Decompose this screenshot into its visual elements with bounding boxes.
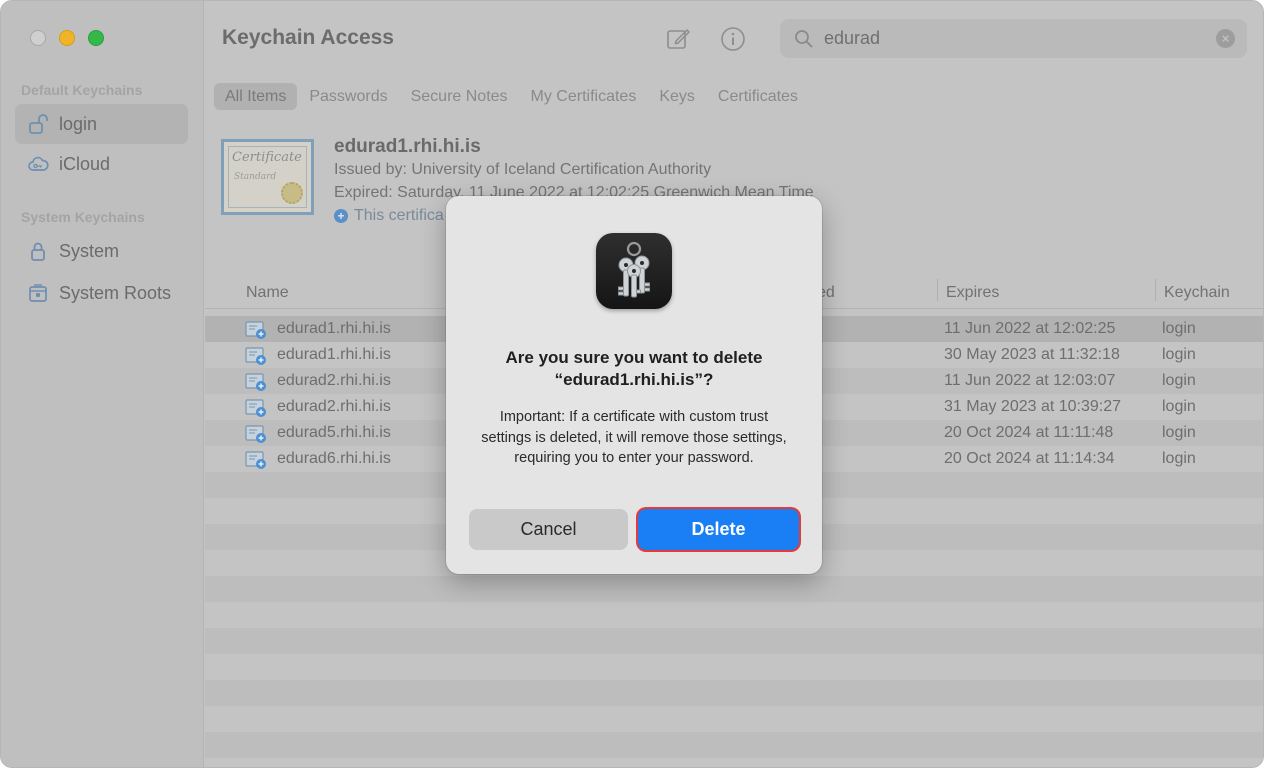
row-keychain: login (1162, 398, 1196, 415)
row-expires: 11 Jun 2022 at 12:02:25 (944, 320, 1116, 337)
certificate-icon (245, 399, 266, 417)
column-divider[interactable] (937, 279, 938, 301)
column-header-keychain[interactable]: Keychain (1164, 278, 1230, 308)
cloud-key-icon (27, 153, 49, 175)
row-expires: 11 Jun 2022 at 12:03:07 (944, 372, 1116, 389)
plus-icon: + (334, 209, 348, 223)
sidebar-item-login[interactable]: login (15, 104, 188, 144)
column-header-name[interactable]: Name (246, 278, 289, 308)
certificate-image-subtitle: Standard (234, 172, 277, 182)
lock-icon (27, 240, 49, 262)
column-header-expires[interactable]: Expires (946, 278, 999, 308)
zoom-window-button[interactable] (88, 30, 104, 46)
keychain-access-window: Default Keychains login iCloud System Ke… (0, 0, 1264, 768)
certificate-image-title: Certificate (232, 150, 302, 165)
window-title: Keychain Access (222, 26, 394, 49)
minimize-window-button[interactable] (59, 30, 75, 46)
tab-keys[interactable]: Keys (648, 83, 706, 110)
row-name: edurad5.rhi.hi.is (277, 424, 391, 441)
close-window-button[interactable] (30, 30, 46, 46)
certificate-issuer: Issued by: University of Iceland Certifi… (334, 161, 712, 178)
empty-row (205, 628, 1263, 654)
certificate-icon (245, 321, 266, 339)
certificate-image: Certificate Standard (221, 139, 314, 215)
tab-passwords[interactable]: Passwords (298, 83, 398, 110)
dialog-title-line1: Are you sure you want to delete (505, 348, 763, 367)
sidebar: Default Keychains login iCloud System Ke… (1, 1, 204, 767)
search-field[interactable]: edurad × (780, 19, 1247, 58)
delete-button[interactable]: Delete (638, 509, 799, 550)
sidebar-item-system-roots[interactable]: System Roots (15, 273, 188, 313)
delete-confirmation-dialog: Are you sure you want to delete “edurad1… (446, 196, 822, 574)
row-name: edurad1.rhi.hi.is (277, 346, 391, 363)
dialog-message: Important: If a certificate with custom … (481, 409, 787, 466)
column-divider[interactable] (1155, 279, 1156, 301)
keychain-access-app-icon (596, 233, 672, 309)
cancel-button[interactable]: Cancel (469, 509, 628, 550)
info-icon[interactable] (719, 25, 747, 53)
empty-row (205, 732, 1263, 758)
certificate-name: edurad1.rhi.hi.is (334, 136, 481, 157)
sidebar-item-label: iCloud (59, 153, 111, 174)
search-input[interactable]: edurad (824, 28, 880, 49)
sidebar-item-label: System (59, 240, 120, 261)
sidebar-item-label: System Roots (59, 282, 172, 303)
row-keychain: login (1162, 424, 1196, 441)
tab-certificates[interactable]: Certificates (707, 83, 809, 110)
search-icon (795, 29, 813, 48)
category-tabs: All Items Passwords Secure Notes My Cert… (214, 83, 810, 110)
row-keychain: login (1162, 450, 1196, 467)
certificate-icon (245, 347, 266, 365)
sidebar-item-system[interactable]: System (15, 231, 188, 271)
default-keychains-header: Default Keychains (21, 82, 143, 98)
cabinet-lock-icon (27, 282, 49, 304)
row-name: edurad1.rhi.hi.is (277, 320, 391, 337)
tab-my-certificates[interactable]: My Certificates (520, 83, 648, 110)
clear-search-icon[interactable]: × (1216, 29, 1235, 48)
compose-icon[interactable] (664, 25, 692, 53)
certificate-icon (245, 451, 266, 469)
dialog-title-line2: “edurad1.rhi.hi.is”? (554, 370, 714, 389)
certificate-seal (281, 182, 303, 204)
row-expires: 31 May 2023 at 10:39:27 (944, 398, 1122, 415)
tab-secure-notes[interactable]: Secure Notes (400, 83, 519, 110)
row-keychain: login (1162, 372, 1196, 389)
certificate-trust-status: + This certifica (334, 207, 444, 225)
dialog-title: Are you sure you want to delete “edurad1… (466, 347, 802, 391)
sidebar-item-icloud[interactable]: iCloud (15, 144, 188, 184)
row-expires: 20 Oct 2024 at 11:14:34 (944, 450, 1115, 467)
lock-open-icon (27, 113, 49, 135)
system-keychains-header: System Keychains (21, 209, 145, 225)
certificate-trust-text: This certifica (354, 207, 444, 224)
row-keychain: login (1162, 320, 1196, 337)
certificate-icon (245, 373, 266, 391)
empty-row (205, 680, 1263, 706)
certificate-icon (245, 425, 266, 443)
empty-row (205, 576, 1263, 602)
row-expires: 20 Oct 2024 at 11:11:48 (944, 424, 1114, 441)
tab-all-items[interactable]: All Items (214, 83, 298, 110)
row-name: edurad2.rhi.hi.is (277, 398, 391, 415)
sidebar-item-label: login (59, 113, 98, 134)
row-keychain: login (1162, 346, 1196, 363)
row-expires: 30 May 2023 at 11:32:18 (944, 346, 1120, 363)
row-name: edurad2.rhi.hi.is (277, 372, 391, 389)
row-name: edurad6.rhi.hi.is (277, 450, 391, 467)
